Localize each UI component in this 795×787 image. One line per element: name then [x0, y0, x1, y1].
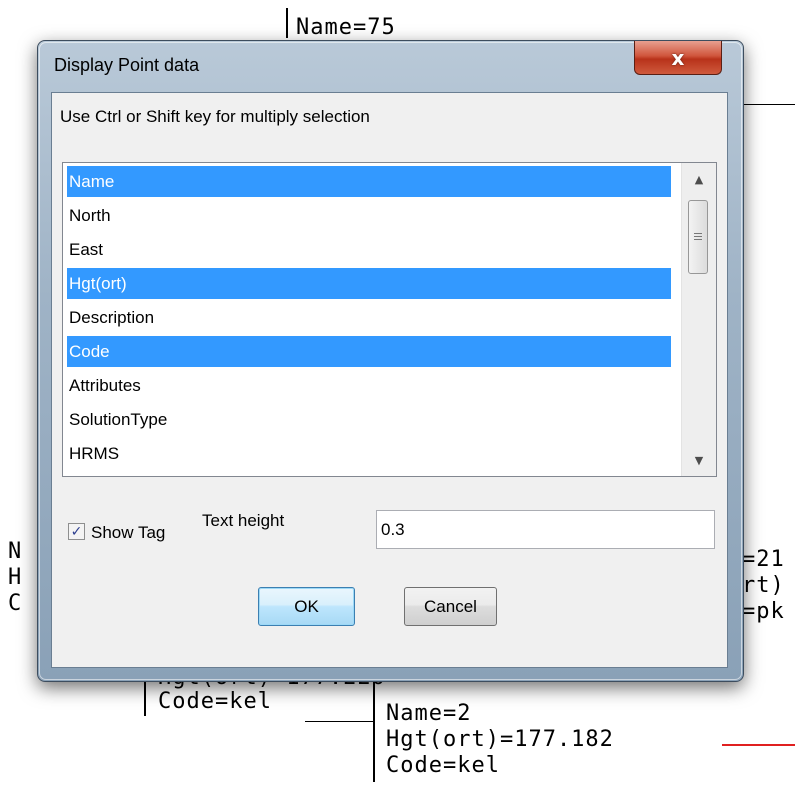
- list-item-hgt-ort[interactable]: Hgt(ort): [67, 268, 671, 299]
- vertical-scrollbar[interactable]: ▲ ▼: [681, 163, 716, 476]
- list-item-north[interactable]: North: [67, 200, 671, 231]
- cad-label: N: [8, 539, 23, 564]
- cad-label: rt): [742, 573, 785, 598]
- display-point-data-dialog: Display Point data x Use Ctrl or Shift k…: [37, 40, 744, 682]
- cad-label: Code=kel: [158, 689, 272, 714]
- grip-line: [694, 233, 702, 234]
- show-tag-checkbox[interactable]: ✓: [68, 523, 85, 540]
- list-item-solutiontype[interactable]: SolutionType: [67, 404, 671, 435]
- scroll-up-arrow-icon[interactable]: ▲: [682, 167, 716, 191]
- cad-label: Hgt(ort)=177.182: [386, 727, 614, 752]
- scroll-thumb[interactable]: [688, 200, 708, 274]
- list-item-east[interactable]: East: [67, 234, 671, 265]
- close-icon: x: [671, 45, 685, 70]
- list-item-hrms[interactable]: HRMS: [67, 438, 671, 469]
- point-data-listbox[interactable]: Name North East Hgt(ort) Description Cod…: [62, 162, 717, 477]
- cad-line: [722, 744, 795, 746]
- dialog-client-area: Use Ctrl or Shift key for multiply selec…: [51, 92, 728, 668]
- cad-label: C: [8, 591, 23, 616]
- list-item-description[interactable]: Description: [67, 302, 671, 333]
- cad-label: Name=2: [386, 701, 472, 726]
- list-item-code[interactable]: Code: [67, 336, 671, 367]
- cad-line: [742, 104, 795, 105]
- scroll-down-arrow-icon[interactable]: ▼: [682, 448, 716, 472]
- cancel-button[interactable]: Cancel: [404, 587, 497, 626]
- cad-line: [373, 682, 375, 782]
- grip-line: [694, 236, 702, 237]
- close-button[interactable]: x: [634, 41, 722, 75]
- cad-line: [144, 676, 146, 716]
- list-item-attributes[interactable]: Attributes: [67, 370, 671, 401]
- dialog-title: Display Point data: [54, 55, 200, 75]
- show-tag-label[interactable]: Show Tag: [91, 523, 165, 543]
- cad-line: [286, 8, 288, 38]
- cad-label: Name=75: [296, 15, 396, 40]
- cad-label: H: [8, 565, 23, 590]
- cad-label: =21: [742, 547, 785, 572]
- checkmark-icon: ✓: [70, 523, 83, 540]
- cad-label: =pk: [742, 599, 785, 624]
- ok-button[interactable]: OK: [258, 587, 355, 626]
- grip-line: [694, 239, 702, 240]
- text-height-input[interactable]: 0.3: [376, 510, 715, 549]
- list-item-name[interactable]: Name: [67, 166, 671, 197]
- cad-line: [305, 721, 373, 722]
- selection-hint: Use Ctrl or Shift key for multiply selec…: [60, 107, 370, 126]
- text-height-label: Text height: [202, 511, 285, 530]
- cad-label: Code=kel: [386, 753, 500, 778]
